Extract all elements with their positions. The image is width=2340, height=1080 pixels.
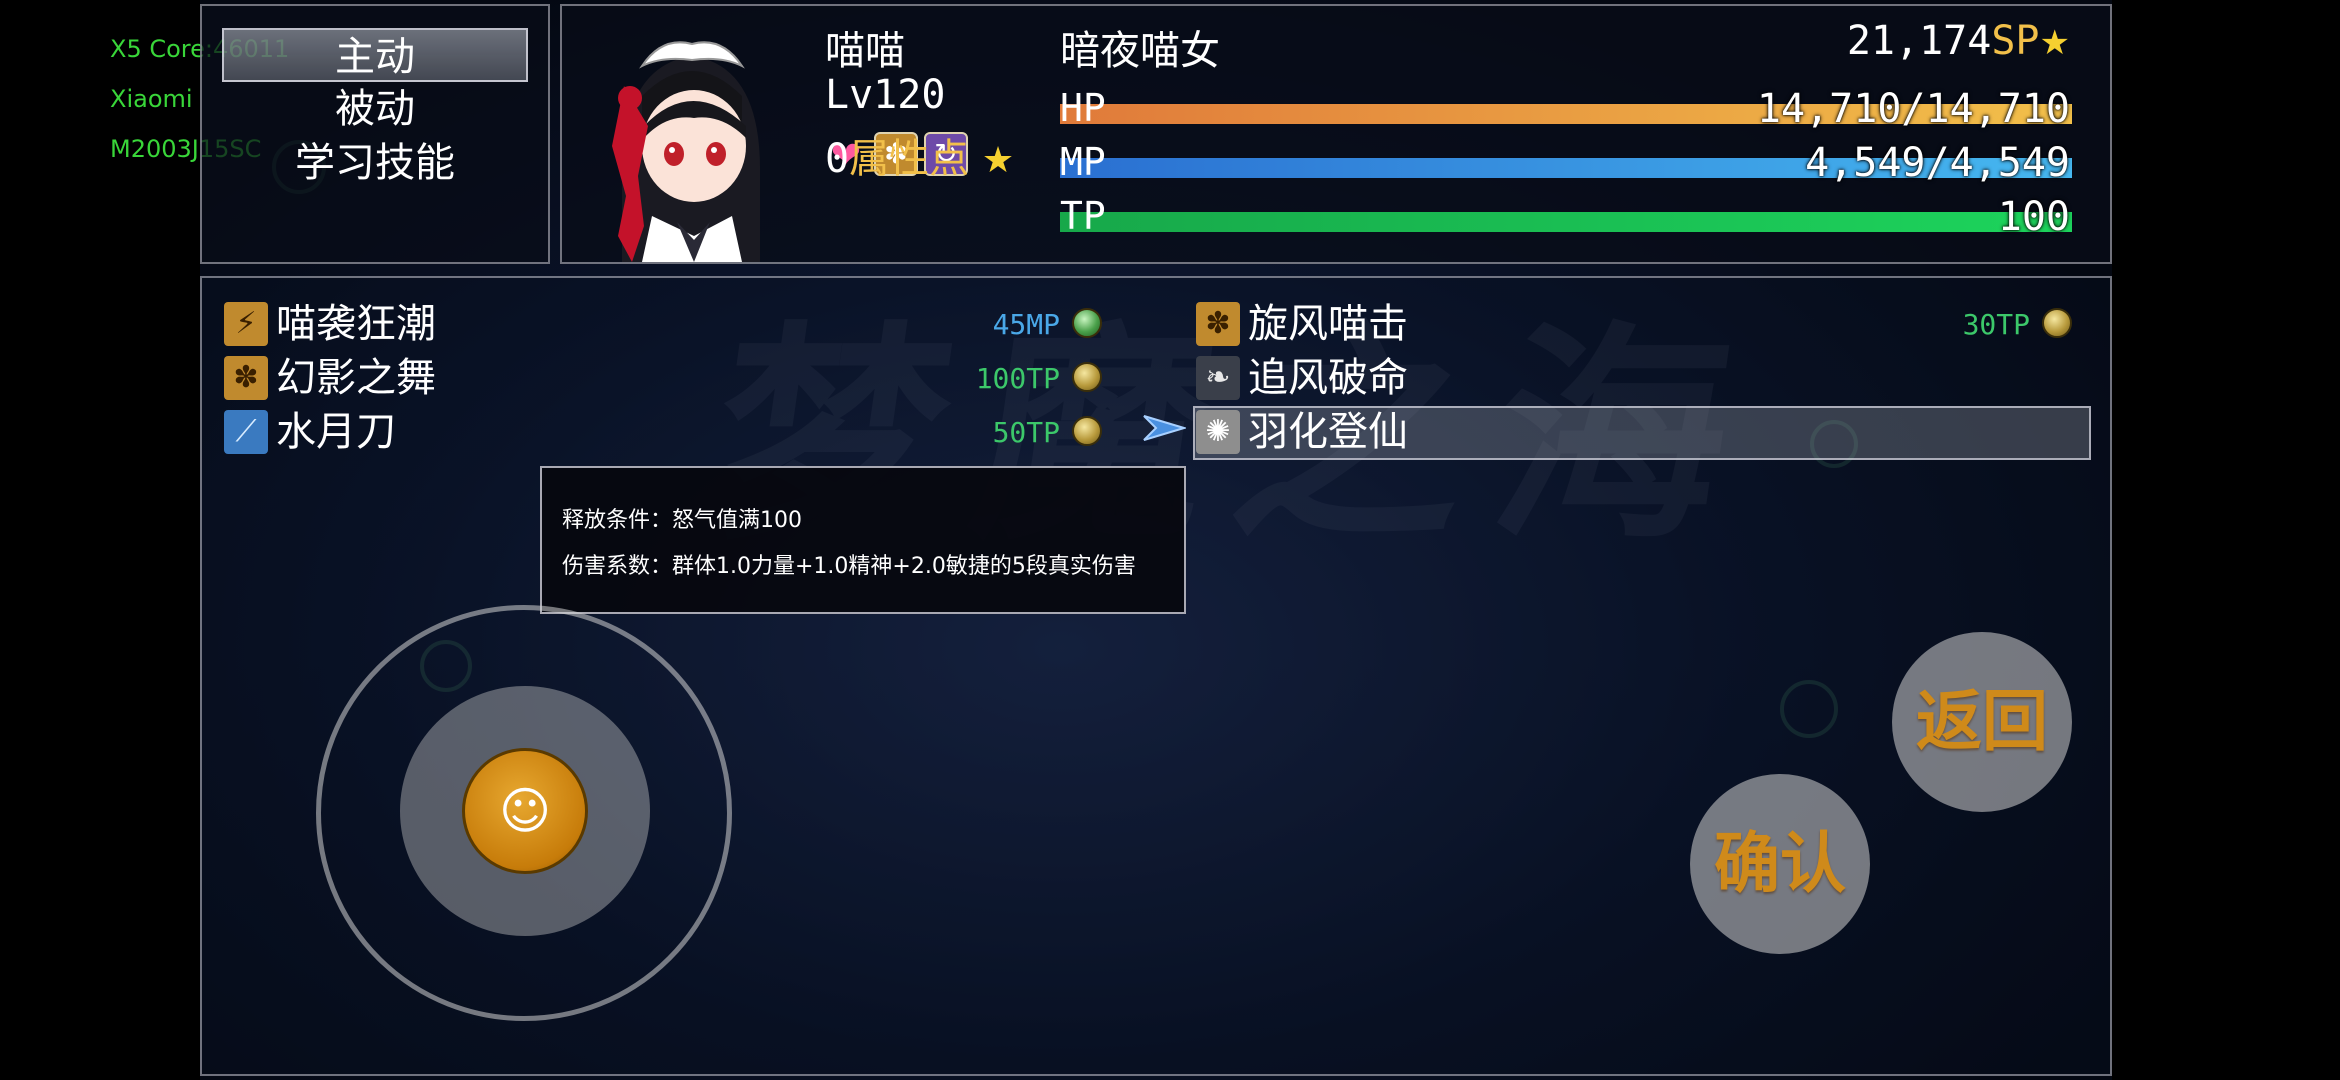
skill-cost: 45MP — [992, 308, 1060, 341]
attribute-points-value: 0 — [825, 136, 850, 182]
skill-points-value: 21,174 — [1846, 18, 1992, 64]
tooltip-damage: 伤害系数：群体1.0力量+1.0精神+2.0敏捷的5段真实伤害 — [562, 554, 1136, 579]
tp-label: TP — [1060, 194, 1106, 238]
star-icon: ★ — [981, 140, 1015, 181]
skill-cost: 50TP — [992, 416, 1060, 449]
tp-cost-coin-icon — [1072, 362, 1102, 392]
paw-icon: ✽ — [224, 356, 268, 400]
tp-gauge-fill — [1060, 212, 2072, 232]
blade-icon: ⟋ — [224, 410, 268, 454]
tooltip-condition: 释放条件：怒气值满100 — [562, 508, 802, 533]
tp-value: 100 — [1997, 194, 2070, 240]
actor-portrait — [612, 41, 761, 262]
selection-cursor-icon — [1143, 415, 1186, 441]
claw-icon: ⚡ — [224, 302, 268, 346]
joystick-knob-icon[interactable]: ☺ — [462, 748, 588, 874]
menu-item-passive-skills[interactable]: 被动 — [222, 82, 528, 136]
back-button[interactable]: 返回 — [1892, 632, 2072, 812]
skill-cost: 100TP — [975, 362, 1060, 395]
tp-cost-coin-icon — [2042, 308, 2072, 338]
skill-name: 喵袭狂潮 — [276, 301, 436, 347]
skill-name: 追风破命 — [1248, 355, 1408, 401]
menu-item-learn-skills[interactable]: 学习技能 — [222, 136, 528, 190]
mp-cost-coin-icon — [1072, 308, 1102, 338]
actor-level: Lv120 — [825, 72, 946, 118]
hp-label: HP — [1060, 86, 1106, 130]
radiance-icon: ✺ — [1196, 410, 1240, 454]
tp-gauge — [1060, 212, 2072, 232]
skill-cost: 30TP — [1962, 308, 2030, 341]
confirm-button[interactable]: 确认 — [1690, 774, 1870, 954]
skill-name: 旋风喵击 — [1248, 301, 1408, 347]
mp-value: 4,549/4,549 — [1805, 140, 2070, 186]
wing-icon: ❧ — [1196, 356, 1240, 400]
mp-label: MP — [1060, 140, 1106, 184]
skill-name: 幻影之舞 — [276, 355, 436, 401]
tp-cost-coin-icon — [1072, 416, 1102, 446]
actor-name: 喵喵 — [825, 28, 905, 74]
attribute-points-label: 属性点 — [849, 136, 970, 182]
skill-type-menu: 主动 被动 学习技能 — [200, 4, 550, 264]
skill-points: 21,174SP★ — [1847, 18, 2070, 64]
skill-points-label: SP — [1991, 18, 2040, 64]
actor-class: 暗夜喵女 — [1060, 28, 1220, 74]
skill-name: 羽化登仙 — [1248, 409, 1408, 455]
menu-item-active-skills[interactable]: 主动 — [222, 28, 528, 82]
attribute-points: 0属性点 ★ — [825, 126, 1014, 184]
stars-icon: ★ — [2039, 23, 2070, 63]
paw-icon: ✽ — [1196, 302, 1240, 346]
skill-name: 水月刀 — [276, 409, 396, 455]
actor-status-panel: 喵喵 Lv120 ❤ ✽ ↻ 0属性点 ★ 暗夜喵女 21,174SP★ HP … — [560, 4, 2112, 264]
hp-value: 14,710/14,710 — [1756, 86, 2070, 132]
skill-description-tooltip: 释放条件：怒气值满100 伤害系数：群体1.0力量+1.0精神+2.0敏捷的5段… — [540, 466, 1186, 614]
